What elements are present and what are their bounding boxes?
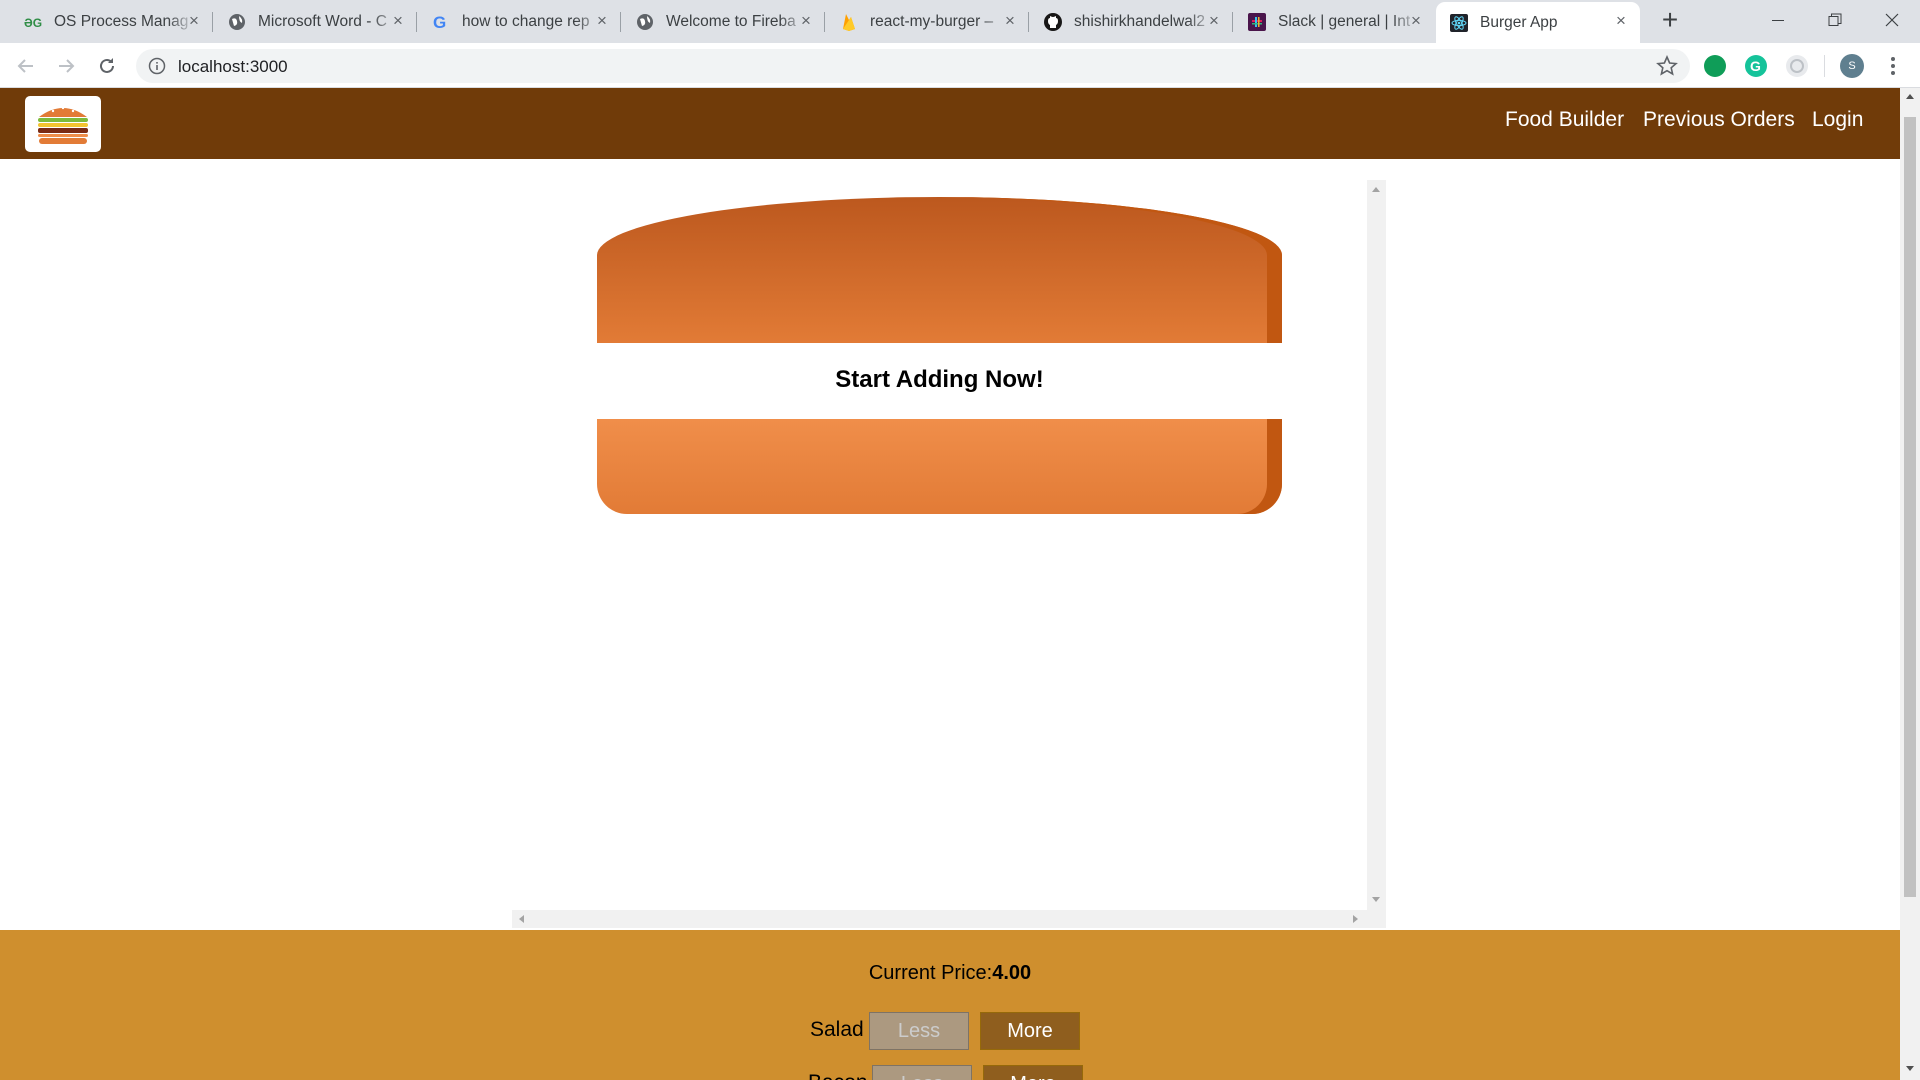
browser-tab[interactable]: ƏG OS Process Manag × (10, 0, 213, 43)
scroll-up-arrow-icon[interactable] (1372, 187, 1380, 192)
minimize-icon (1771, 20, 1784, 21)
tab-title: Slack | general | Int (1278, 12, 1411, 30)
tab-title: Microsoft Word - C (258, 12, 387, 30)
close-tab-icon[interactable]: × (1001, 12, 1019, 30)
back-button[interactable] (10, 50, 42, 82)
browser-toolbar: localhost:3000 G S (0, 43, 1920, 88)
scroll-right-arrow-icon[interactable] (1353, 915, 1358, 923)
tab-separator (824, 12, 825, 32)
tab-separator (1232, 12, 1233, 32)
browser-tab-strip: ƏG OS Process Manag × Microsoft Word - C… (0, 0, 1920, 43)
back-arrow-icon (17, 59, 33, 73)
close-tab-icon[interactable]: × (185, 12, 203, 30)
close-tab-icon[interactable]: × (593, 12, 611, 30)
grammarly-icon[interactable]: G (1745, 55, 1767, 77)
tab-separator (416, 12, 417, 32)
google-icon: G (432, 13, 450, 31)
react-icon (1450, 13, 1468, 32)
close-tab-icon[interactable]: × (1612, 12, 1630, 30)
restore-icon (1828, 13, 1841, 26)
tab-separator (620, 12, 621, 32)
tab-title: shishirkhandelwal2 (1074, 12, 1205, 30)
url-text: localhost:3000 (178, 57, 288, 76)
geeksforgeeks-icon: ƏG (24, 13, 42, 31)
build-controls-panel: Current Price:4.00 Salad Less More Bacon… (0, 930, 1900, 1080)
scroll-left-arrow-icon[interactable] (519, 915, 524, 923)
svg-text:G: G (1750, 58, 1761, 74)
tab-title: OS Process Manag (54, 12, 189, 30)
more-menu-icon[interactable] (1885, 53, 1901, 79)
browser-tab[interactable]: Slack | general | Int × (1234, 0, 1435, 43)
page-viewport: Food Builder Previous Orders Login Start… (0, 88, 1920, 1080)
app-navbar: Food Builder Previous Orders Login (0, 88, 1900, 159)
tab-title: how to change rep (462, 12, 590, 30)
close-icon (1885, 13, 1898, 27)
reload-icon (100, 58, 114, 73)
new-tab-button[interactable]: + (1656, 6, 1684, 35)
nav-link-food-builder[interactable]: Food Builder (1505, 108, 1624, 132)
browser-tab-active[interactable]: Burger App × (1436, 2, 1640, 43)
browser-tab[interactable]: Microsoft Word - C × (214, 0, 417, 43)
restore-window-button[interactable] (1806, 0, 1863, 40)
close-tab-icon[interactable]: × (1205, 12, 1223, 30)
price-label: Current Price: (868, 962, 993, 984)
bookmark-star-icon[interactable] (1656, 55, 1678, 77)
toolbar-divider (1824, 55, 1825, 77)
browser-tab[interactable]: shishirkhandelwal2 × (1030, 0, 1233, 43)
page-scroll-up-arrow-icon[interactable] (1906, 94, 1914, 99)
forward-arrow-icon (59, 59, 75, 73)
burger-vertical-scrollbar[interactable] (1367, 180, 1386, 910)
scroll-down-arrow-icon[interactable] (1372, 897, 1380, 902)
close-window-button[interactable] (1863, 0, 1920, 40)
less-button[interactable]: Less (869, 1012, 969, 1050)
ingredient-label: Bacon (808, 1071, 868, 1080)
browser-tab[interactable]: Welcome to Fireba × (622, 0, 825, 43)
extension-gray-icon[interactable] (1786, 55, 1808, 77)
ingredient-label: Salad (810, 1018, 864, 1041)
more-button[interactable]: More (983, 1065, 1083, 1080)
svg-text:ƏG: ƏG (24, 16, 42, 28)
build-control-row: Salad Less More (810, 1012, 1082, 1050)
tab-title: Welcome to Fireba (666, 12, 796, 30)
info-icon[interactable] (148, 57, 166, 75)
burger-preview: Start Adding Now! (512, 180, 1386, 928)
burger-logo-icon (38, 106, 88, 144)
browser-tab[interactable]: G how to change rep × (418, 0, 621, 43)
price-value: 4.00 (992, 962, 1032, 984)
forward-button[interactable] (50, 50, 82, 82)
tab-separator (1028, 12, 1029, 32)
less-button[interactable]: Less (872, 1065, 972, 1080)
firebase-icon (840, 13, 858, 31)
page-scroll-thumb[interactable] (1904, 117, 1916, 897)
globe-icon (636, 13, 654, 31)
close-tab-icon[interactable]: × (797, 12, 815, 30)
nav-link-previous-orders[interactable]: Previous Orders (1643, 108, 1795, 132)
build-control-row: Bacon Less More (808, 1065, 1084, 1080)
burger-logo[interactable] (25, 96, 101, 152)
bread-top (597, 197, 1282, 343)
extension-green-icon[interactable] (1704, 55, 1726, 77)
slack-icon (1248, 12, 1266, 31)
tab-title: Burger App (1480, 13, 1558, 31)
current-price: Current Price:4.00 (0, 962, 1900, 985)
browser-tab[interactable]: react-my-burger – × (826, 0, 1029, 43)
burger-horizontal-scrollbar[interactable] (512, 910, 1386, 928)
tab-separator (212, 12, 213, 32)
globe-icon (228, 13, 246, 31)
close-tab-icon[interactable]: × (1407, 12, 1425, 30)
more-button[interactable]: More (980, 1012, 1080, 1050)
bread-bottom (597, 419, 1282, 514)
reload-button[interactable] (91, 50, 123, 82)
close-tab-icon[interactable]: × (389, 12, 407, 30)
address-bar[interactable]: localhost:3000 (136, 49, 1690, 83)
minimize-window-button[interactable] (1749, 0, 1806, 40)
svg-text:G: G (433, 13, 446, 31)
page-vertical-scrollbar[interactable] (1900, 88, 1920, 1080)
start-adding-message: Start Adding Now! (835, 366, 1044, 393)
tab-title: react-my-burger – (870, 12, 994, 30)
nav-link-login[interactable]: Login (1812, 108, 1863, 132)
page-scroll-down-arrow-icon[interactable] (1906, 1066, 1914, 1071)
github-icon (1044, 12, 1062, 31)
profile-avatar[interactable]: S (1840, 54, 1864, 78)
